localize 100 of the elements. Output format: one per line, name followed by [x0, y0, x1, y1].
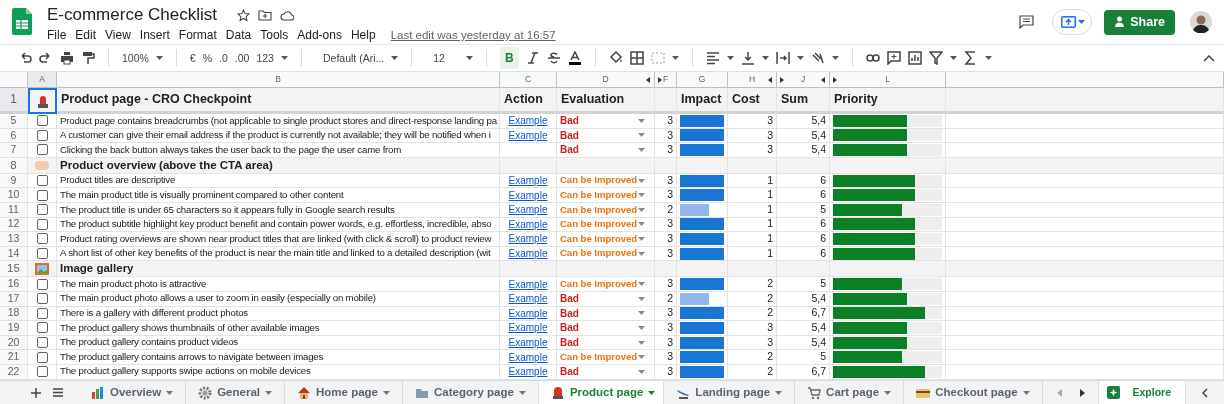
menu-item[interactable]: Add-ons: [297, 27, 342, 43]
menu-item[interactable]: Data: [225, 27, 252, 43]
example-link[interactable]: Example: [508, 276, 548, 292]
sheet-tab[interactable]: Product page: [538, 381, 665, 404]
dropdown-caret-icon[interactable]: [638, 251, 645, 256]
example-link[interactable]: Example: [508, 335, 548, 350]
borders-icon[interactable]: [629, 51, 644, 65]
dropdown-caret-icon[interactable]: [638, 296, 645, 301]
cloud-icon[interactable]: [280, 9, 295, 21]
text-rotation-icon[interactable]: [810, 51, 825, 65]
example-link[interactable]: Example: [508, 246, 548, 262]
dropdown-caret-icon[interactable]: [638, 222, 645, 227]
column-header[interactable]: B: [275, 73, 281, 86]
column-header[interactable]: C: [524, 73, 532, 86]
text-color-icon[interactable]: [567, 51, 582, 65]
caret-icon[interactable]: [280, 56, 288, 60]
link-icon[interactable]: [865, 51, 880, 65]
example-link[interactable]: Example: [508, 113, 548, 129]
checkbox[interactable]: [36, 248, 48, 260]
column-header[interactable]: D: [602, 73, 609, 86]
menu-item[interactable]: Edit: [75, 27, 97, 43]
checkbox[interactable]: [36, 204, 48, 216]
redo-icon[interactable]: [39, 51, 53, 65]
dropdown-caret-icon[interactable]: [638, 178, 645, 183]
menu-item[interactable]: Help: [350, 27, 376, 43]
document-title[interactable]: E-commerce Checklist: [47, 5, 218, 25]
column-header[interactable]: L: [885, 73, 890, 86]
currency-format-button[interactable]: €: [189, 51, 196, 65]
column-header[interactable]: H: [748, 73, 756, 86]
example-link[interactable]: Example: [508, 127, 548, 143]
present-button[interactable]: [1052, 9, 1093, 35]
column-header[interactable]: G: [698, 73, 706, 86]
example-link[interactable]: Example: [508, 305, 548, 321]
increase-decimals-button[interactable]: .00: [234, 51, 250, 65]
last-edit-link[interactable]: Last edit was yesterday at 16:57: [390, 27, 556, 43]
collapse-arrow-icon[interactable]: [821, 76, 825, 83]
percent-format-button[interactable]: %: [202, 51, 213, 65]
caret-icon[interactable]: [949, 56, 957, 60]
collapse-toolbar-icon[interactable]: [1203, 54, 1215, 62]
dropdown-caret-icon[interactable]: [638, 148, 645, 152]
avatar[interactable]: [1190, 11, 1212, 33]
explore-button[interactable]: Explore: [1098, 381, 1186, 404]
column-header[interactable]: A: [39, 73, 45, 86]
decrease-decimals-button[interactable]: .0: [219, 51, 228, 65]
print-icon[interactable]: [60, 51, 74, 65]
expand-arrow-icon[interactable]: [780, 76, 784, 83]
caret-icon[interactable]: [391, 56, 399, 60]
font-select[interactable]: Default (Ari...: [322, 51, 385, 65]
dropdown-caret-icon[interactable]: [638, 118, 645, 123]
star-icon[interactable]: [237, 8, 251, 22]
undo-icon[interactable]: [18, 51, 32, 65]
number-format-button[interactable]: 123: [256, 51, 274, 65]
dropdown-caret-icon[interactable]: [638, 311, 645, 316]
add-sheet-icon[interactable]: [31, 387, 41, 398]
example-link[interactable]: Example: [508, 364, 548, 380]
folder-icon[interactable]: [258, 9, 273, 21]
dropdown-caret-icon[interactable]: [638, 133, 645, 138]
scroll-right-icon[interactable]: [1079, 388, 1085, 397]
menu-item[interactable]: Insert: [139, 27, 170, 43]
collapse-arrow-icon[interactable]: [768, 76, 772, 83]
checkbox[interactable]: [36, 307, 48, 319]
sheets-logo[interactable]: [12, 8, 32, 35]
menu-item[interactable]: View: [105, 27, 131, 43]
column-header[interactable]: J: [800, 73, 806, 86]
strikethrough-icon[interactable]: [546, 51, 561, 65]
caret-icon[interactable]: [761, 56, 769, 60]
example-link[interactable]: Example: [508, 291, 548, 307]
checkbox[interactable]: [36, 366, 48, 378]
fill-color-icon[interactable]: [608, 51, 623, 65]
caret-icon[interactable]: [831, 56, 839, 60]
example-link[interactable]: Example: [508, 187, 548, 203]
example-link[interactable]: Example: [508, 216, 548, 232]
menu-item[interactable]: Format: [178, 27, 217, 43]
example-link[interactable]: Example: [508, 202, 548, 218]
dropdown-caret-icon[interactable]: [638, 282, 645, 287]
dropdown-caret-icon[interactable]: [638, 369, 645, 374]
dropdown-caret-icon[interactable]: [638, 340, 645, 345]
italic-icon[interactable]: [525, 51, 540, 65]
paint-format-icon[interactable]: [81, 51, 95, 65]
menu-item[interactable]: File: [47, 27, 67, 43]
checkbox[interactable]: [36, 233, 48, 245]
checkbox[interactable]: [36, 278, 48, 290]
collapse-arrow-icon[interactable]: [646, 76, 650, 83]
checkbox[interactable]: [36, 218, 48, 230]
dropdown-caret-icon[interactable]: [638, 325, 645, 330]
example-link[interactable]: Example: [508, 349, 548, 365]
caret-icon[interactable]: [671, 56, 679, 60]
merge-cells-icon[interactable]: [650, 51, 665, 65]
checkbox[interactable]: [36, 144, 48, 156]
dropdown-caret-icon[interactable]: [638, 355, 645, 360]
comment-icon[interactable]: [1019, 15, 1035, 29]
example-link[interactable]: Example: [508, 231, 548, 247]
all-sheets-icon[interactable]: [53, 388, 63, 397]
vertical-align-icon[interactable]: [740, 51, 755, 65]
expand-arrow-icon[interactable]: [658, 76, 662, 83]
bold-button[interactable]: B: [499, 47, 519, 69]
example-link[interactable]: Example: [508, 320, 548, 336]
checkbox[interactable]: [36, 293, 48, 305]
checkbox[interactable]: [36, 115, 48, 127]
checkbox[interactable]: [36, 322, 48, 334]
